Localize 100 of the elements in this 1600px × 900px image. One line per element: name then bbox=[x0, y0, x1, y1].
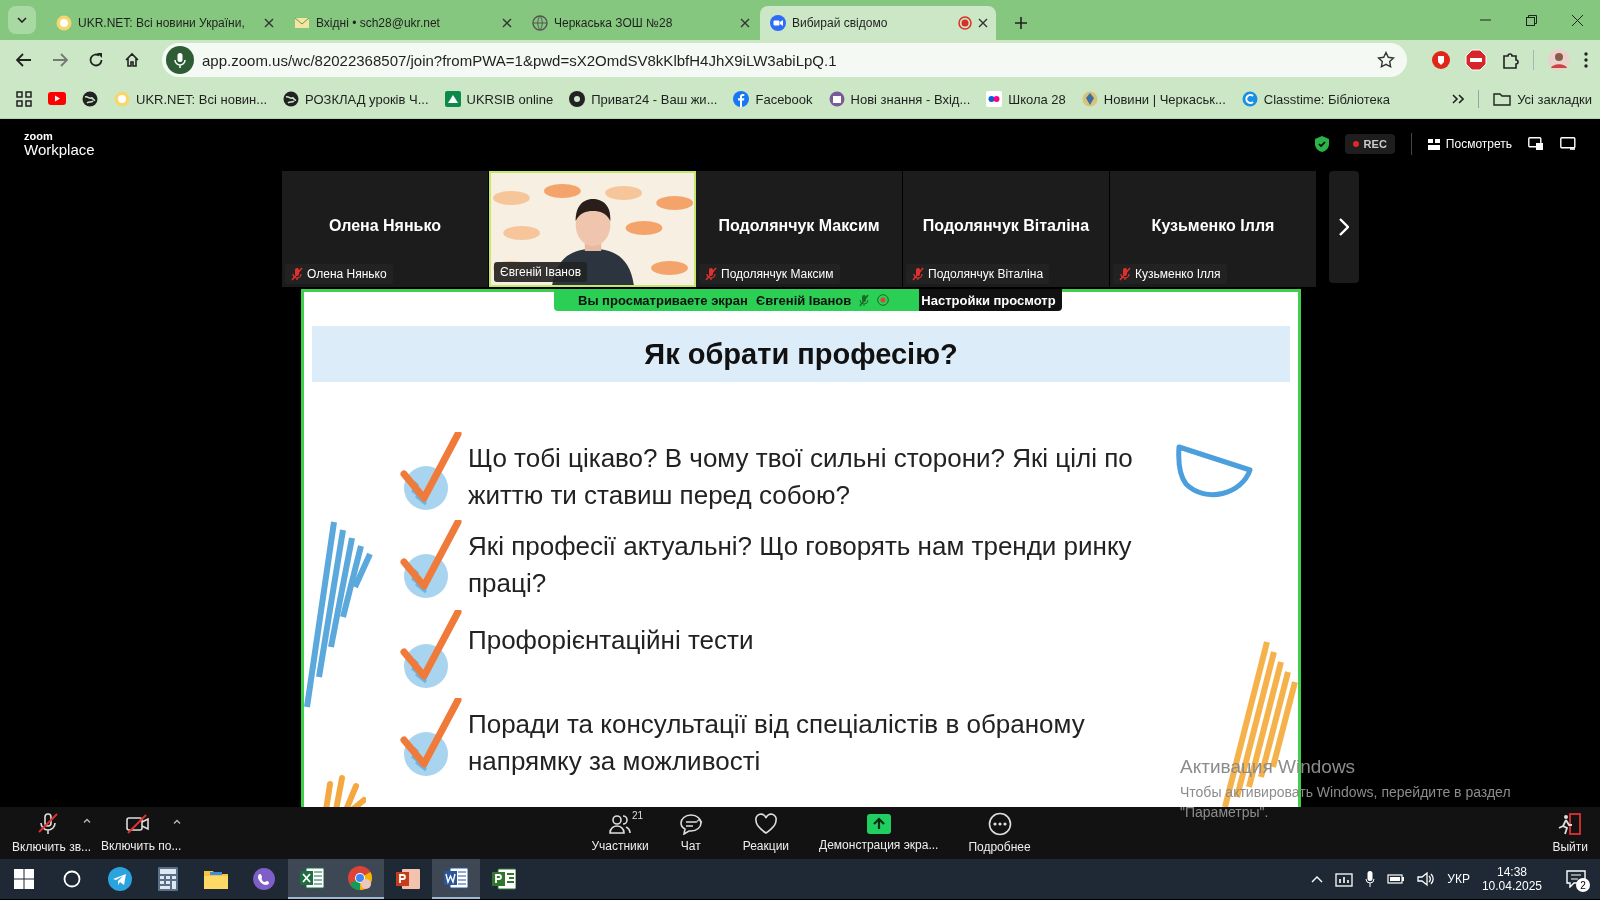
banner-text: Вы просматриваете экран bbox=[578, 292, 748, 308]
chat-bubble-icon bbox=[678, 813, 703, 835]
language-indicator[interactable]: УКР bbox=[1447, 872, 1470, 886]
options-caret-button[interactable] bbox=[173, 819, 182, 824]
calculator-icon bbox=[158, 867, 178, 891]
video-button[interactable]: Включить по... bbox=[101, 813, 182, 853]
slide-bullet-text: Які професії актуальні? Що говорять нам тренди ринку праці? bbox=[468, 530, 1133, 600]
recording-indicator: REC bbox=[1344, 134, 1395, 154]
participant-tile[interactable]: Подолянчук Максим Подолянчук Максим bbox=[696, 171, 903, 287]
options-caret-button[interactable] bbox=[694, 818, 703, 823]
participant-tile[interactable]: Олена Нянько Олена Нянько bbox=[282, 171, 489, 287]
more-button[interactable]: Подробнее bbox=[968, 812, 1031, 854]
record-dot-icon bbox=[1352, 141, 1359, 147]
taskbar-app-button[interactable] bbox=[432, 859, 480, 899]
slide-title: Як обрати професію? bbox=[644, 337, 958, 371]
caret-up-icon bbox=[83, 818, 92, 823]
back-arrow-icon bbox=[16, 53, 32, 67]
video-tile[interactable]: Євгеній Іванов bbox=[489, 171, 696, 287]
bookmark-link[interactable]: UKRSIB online bbox=[444, 91, 554, 107]
check-mark-icon bbox=[400, 698, 462, 778]
caret-up-icon bbox=[694, 818, 703, 823]
circle-logo-icon bbox=[569, 91, 586, 107]
people-icon bbox=[608, 813, 633, 835]
bookmark-link[interactable]: РОЗКЛАД уроків Ч... bbox=[283, 91, 429, 107]
bookmark-link[interactable]: Нові знання - Вхід... bbox=[828, 91, 971, 107]
screens-icon[interactable] bbox=[1528, 137, 1544, 151]
mic-button[interactable]: Включить зв... bbox=[12, 812, 92, 854]
globe-icon bbox=[532, 15, 548, 31]
book-logo-icon bbox=[828, 91, 845, 107]
check-mark-icon bbox=[400, 520, 462, 600]
project-app-icon bbox=[492, 867, 516, 891]
chat-button[interactable]: Чат bbox=[678, 813, 703, 853]
bookmark-link[interactable]: Classtime: Бібліотека bbox=[1241, 91, 1391, 107]
search-icon bbox=[63, 870, 81, 888]
participant-name: Кузьменко Ілля bbox=[1151, 217, 1275, 235]
participant-name: Кузьменко Ілля bbox=[1135, 267, 1221, 281]
close-icon bbox=[978, 18, 988, 28]
browser-tab[interactable]: Черкаська ЗОШ №28 bbox=[522, 6, 758, 40]
facebook-logo-icon bbox=[733, 91, 750, 107]
view-settings-button[interactable]: Настройки просмотр bbox=[919, 289, 1062, 311]
spreadsheet-app-icon bbox=[300, 866, 324, 890]
time-text: 14:38 bbox=[1496, 865, 1527, 879]
leave-button[interactable]: Выйти bbox=[1552, 812, 1588, 854]
bookmark-link[interactable]: UKR.NET: Всі новин... bbox=[114, 91, 268, 107]
tab-search-button[interactable] bbox=[8, 6, 36, 34]
globe-icon bbox=[82, 91, 98, 107]
more-dots-icon bbox=[987, 812, 1012, 836]
monitor-icon[interactable] bbox=[1560, 137, 1576, 151]
battery-icon[interactable] bbox=[1387, 873, 1406, 885]
participant-name: Євгеній Іванов bbox=[500, 265, 582, 279]
taskbar-app-button[interactable] bbox=[288, 859, 336, 899]
dots-logo-icon bbox=[986, 91, 1003, 107]
participant-tile[interactable]: Кузьменко Ілля Кузьменко Ілля bbox=[1110, 171, 1317, 287]
play-logo-icon bbox=[48, 92, 66, 106]
bookmark-link[interactable]: Новини | Черкаськ... bbox=[1081, 91, 1226, 107]
share-button[interactable]: Демонстрация экра... bbox=[819, 814, 939, 852]
address-bar[interactable]: app.zoom.us/wc/82022368507/join?fromPWA=1&pwd=sX2OmdSV8kKlbfH4JhX9iLW3abiLpQ.1 bbox=[162, 43, 1407, 77]
slide-bullet-text: Що тобі цікаво? В чому твої сильні сторони? Які цілі по життю ти ставиш перед собою? bbox=[468, 442, 1134, 512]
participant-name: Олена Нянько bbox=[328, 217, 442, 235]
bookmark-link[interactable]: Школа 28 bbox=[986, 91, 1066, 107]
ukrnet-logo-icon bbox=[114, 91, 130, 107]
participant-name: Олена Нянько bbox=[307, 267, 387, 281]
browser-tab[interactable]: Вибирай свідомо bbox=[760, 6, 996, 40]
chevron-up-icon[interactable] bbox=[1311, 875, 1324, 883]
participant-count: 21 bbox=[632, 810, 644, 821]
close-icon bbox=[1571, 14, 1583, 26]
document-app-icon bbox=[444, 866, 468, 890]
participant-name: Подолянчук Віталіна bbox=[928, 267, 1044, 281]
muted-microphone-icon bbox=[36, 812, 60, 836]
participants-button[interactable]: 21 Участники bbox=[591, 813, 649, 853]
bookmark-link[interactable] bbox=[82, 91, 98, 107]
chevron-down-icon bbox=[17, 17, 27, 23]
reload-icon bbox=[88, 52, 104, 68]
microphone-icon[interactable] bbox=[1365, 871, 1376, 887]
forward-arrow-icon bbox=[52, 53, 68, 67]
speaker-icon[interactable] bbox=[1417, 871, 1436, 887]
taskbar-app-button[interactable] bbox=[336, 859, 384, 899]
close-icon bbox=[740, 18, 750, 28]
all-bookmarks-link[interactable]: Усі закладки bbox=[1493, 91, 1592, 107]
browser-tab[interactable]: UKR.NET: Всі новини України, bbox=[46, 6, 282, 40]
options-caret-button[interactable] bbox=[83, 818, 92, 823]
phone-bubble-icon bbox=[252, 867, 276, 891]
emblem-icon bbox=[1081, 91, 1098, 107]
clock[interactable]: 14:38 10.04.2025 bbox=[1481, 865, 1542, 893]
muted-camera-icon bbox=[125, 813, 152, 835]
reactions-button[interactable]: Реакции bbox=[742, 813, 790, 853]
bookmark-link[interactable]: Приват24 - Ваш жи... bbox=[569, 91, 718, 107]
participant-tile[interactable]: Подолянчук Віталіна Подолянчук Віталіна bbox=[903, 171, 1110, 287]
classtime-logo-icon bbox=[1241, 91, 1258, 107]
apps-grid-icon bbox=[16, 91, 32, 107]
browser-tab[interactable]: Вхідні • sch28@ukr.net bbox=[284, 6, 520, 40]
slide-bullet-text: Профорієнтаційні тести bbox=[468, 624, 755, 657]
bookmark-link[interactable]: Facebook bbox=[733, 91, 813, 107]
star-icon bbox=[1377, 51, 1395, 69]
browser-app-icon bbox=[347, 865, 373, 891]
avatar-icon bbox=[1548, 49, 1570, 71]
close-icon bbox=[264, 18, 274, 28]
product-name: Workplace bbox=[24, 142, 95, 157]
view-button[interactable]: Посмотреть bbox=[1427, 137, 1512, 151]
network-icon[interactable] bbox=[1335, 871, 1354, 887]
